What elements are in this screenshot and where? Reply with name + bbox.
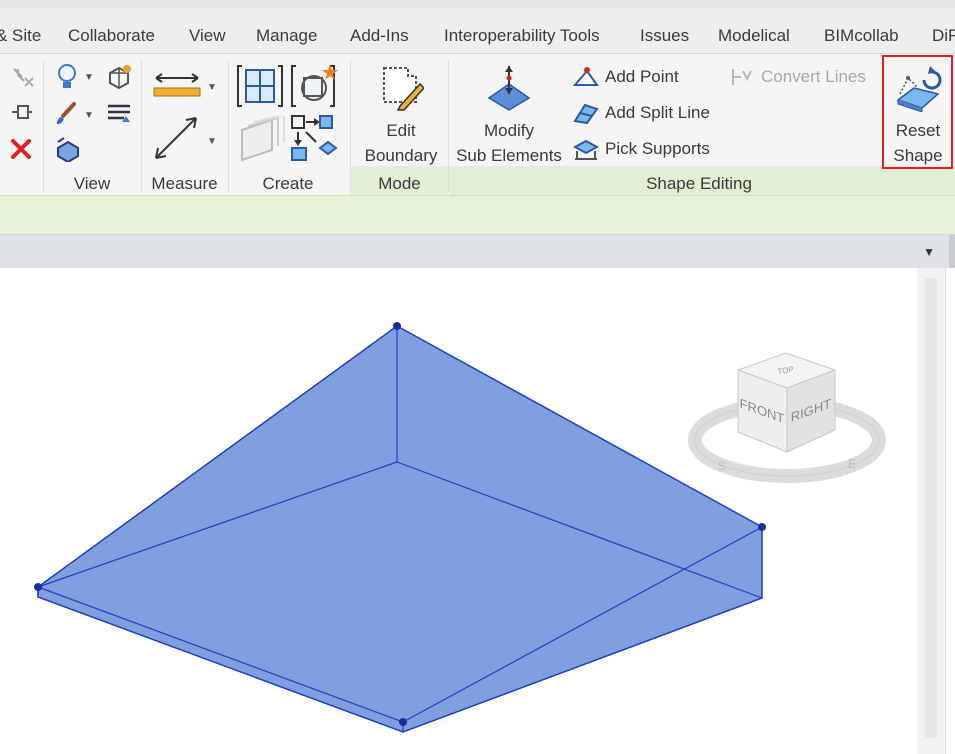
pick-supports-button[interactable]: Pick Supports: [573, 134, 710, 164]
aligned-dimension-icon[interactable]: [152, 70, 202, 100]
modify-sub-elements-label-2: Sub Elements: [456, 146, 562, 165]
ribbon: ▼ ▼ View ▼ ▼ Measure Create Edit Boundar…: [0, 53, 955, 196]
convert-lines-label: Convert Lines: [761, 67, 866, 86]
reset-shape-highlight: [882, 55, 953, 169]
tab-add-ins[interactable]: Add-Ins: [350, 26, 409, 46]
create-part-icon[interactable]: [236, 62, 284, 110]
panel-label-view: View: [73, 174, 111, 193]
pin-icon[interactable]: [10, 102, 34, 124]
view-strip-edge: [949, 235, 955, 268]
add-split-line-label: Add Split Line: [605, 103, 710, 122]
view-menu-arrow-icon[interactable]: ▼: [923, 245, 935, 259]
options-bar: [0, 195, 955, 235]
floor-slab-shape[interactable]: [37, 325, 763, 733]
tab-bimcollab[interactable]: BIMcollab: [824, 26, 899, 46]
tab-view[interactable]: View: [189, 26, 226, 46]
viewcube[interactable]: TOP FRONT RIGHT S E: [688, 352, 886, 483]
separator: [43, 60, 44, 192]
modify-sub-elements-icon: [487, 66, 531, 111]
lightbulb-icon[interactable]: [55, 62, 79, 92]
measure-between-icon[interactable]: [150, 112, 202, 164]
slab-vertex[interactable]: [399, 718, 407, 726]
modify-sub-elements-button[interactable]: Modify Sub Elements: [452, 60, 566, 168]
title-strip: [0, 0, 955, 8]
section-box-icon[interactable]: [54, 136, 82, 162]
panel-label-shape-editing: Shape Editing: [646, 174, 752, 193]
convert-lines-icon: [732, 69, 752, 85]
slab-vertex[interactable]: [34, 583, 42, 591]
tab-modelical[interactable]: Modelical: [718, 26, 790, 46]
thin-lines-icon[interactable]: [106, 102, 132, 126]
revit-window: & Site Collaborate View Manage Add-Ins I…: [0, 0, 955, 754]
ribbon-tab-bar: & Site Collaborate View Manage Add-Ins I…: [0, 0, 955, 53]
tab-interoperability-tools[interactable]: Interoperability Tools: [444, 26, 600, 46]
paintbrush-icon[interactable]: [54, 100, 80, 126]
chevron-down-icon[interactable]: ▼: [207, 136, 217, 147]
chevron-down-icon[interactable]: ▼: [84, 110, 94, 121]
add-split-line-button[interactable]: Add Split Line: [573, 98, 710, 128]
tab-dir[interactable]: DiR: [932, 26, 955, 46]
modify-sub-elements-label-1: Modify: [483, 121, 535, 140]
unpin-icon[interactable]: [10, 65, 36, 89]
tab-issues[interactable]: Issues: [640, 26, 689, 46]
create-group-icon[interactable]: [290, 62, 340, 110]
convert-lines-button[interactable]: Convert Lines: [729, 62, 866, 92]
add-point-label: Add Point: [605, 67, 679, 86]
chevron-down-icon[interactable]: ▼: [207, 82, 217, 93]
drawing-canvas[interactable]: TOP FRONT RIGHT S E: [0, 268, 955, 754]
add-point-icon: [573, 67, 599, 86]
panel-label-mode: Mode: [378, 174, 421, 193]
model-view-svg[interactable]: TOP FRONT RIGHT S E: [0, 268, 917, 754]
slab-vertex[interactable]: [758, 523, 766, 531]
pick-supports-icon: [573, 139, 599, 160]
scrollbar-thumb[interactable]: [925, 278, 937, 738]
create-similar-icon[interactable]: [290, 114, 340, 164]
delete-icon[interactable]: [10, 138, 32, 160]
edit-boundary-button[interactable]: Edit Boundary: [358, 60, 444, 168]
tab-site[interactable]: & Site: [0, 26, 41, 46]
viewcube-compass-s: S: [718, 459, 726, 473]
viewcube-compass-e: E: [848, 457, 856, 471]
slab-vertex[interactable]: [393, 322, 401, 330]
pick-supports-label: Pick Supports: [605, 139, 710, 158]
view-tab-strip: ▼: [0, 235, 955, 268]
right-edge-panel: [945, 268, 955, 754]
edit-boundary-icon: [383, 67, 424, 111]
panel-label-measure: Measure: [151, 174, 218, 193]
panel-label-create: Create: [262, 174, 314, 193]
tab-manage[interactable]: Manage: [256, 26, 317, 46]
edit-boundary-label-2: Boundary: [364, 146, 438, 165]
edit-boundary-label-1: Edit: [386, 121, 416, 140]
render-cube-icon[interactable]: [106, 63, 132, 89]
tab-collaborate[interactable]: Collaborate: [68, 26, 155, 46]
separator: [228, 60, 229, 192]
vertical-scrollbar[interactable]: [917, 268, 945, 754]
chevron-down-icon[interactable]: ▼: [84, 72, 94, 83]
separator: [141, 60, 142, 192]
create-assembly-icon[interactable]: [236, 116, 288, 162]
add-split-line-icon: [573, 103, 599, 125]
add-point-button[interactable]: Add Point: [573, 62, 679, 92]
